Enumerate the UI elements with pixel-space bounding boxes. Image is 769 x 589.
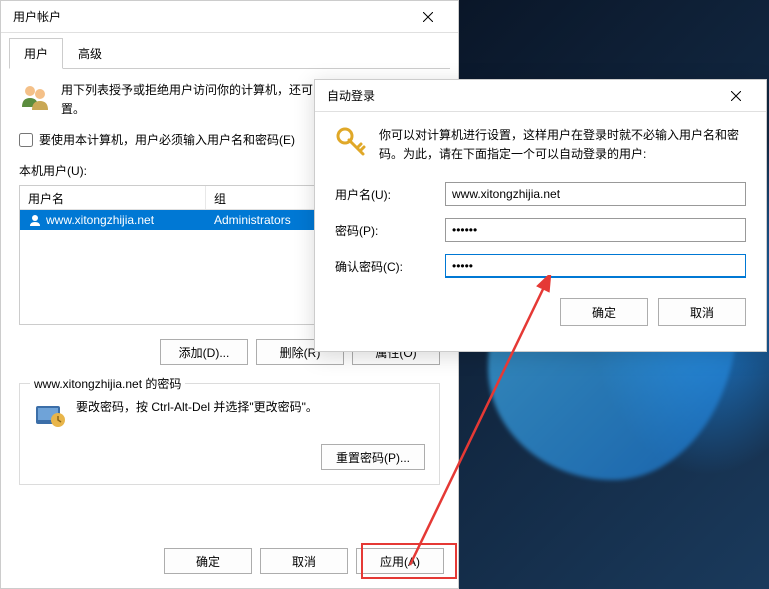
window-title: 用户帐户	[9, 8, 406, 25]
close-button[interactable]	[406, 2, 450, 32]
tab-users[interactable]: 用户	[9, 38, 63, 69]
require-login-label: 要使用本计算机，用户必须输入用户名和密码(E)	[39, 131, 295, 148]
reset-password-button[interactable]: 重置密码(P)...	[321, 444, 425, 470]
key-icon	[335, 126, 367, 158]
dialog-bottom-buttons: 确定 取消 应用(A)	[164, 548, 444, 574]
dialog-ok-button[interactable]: 确定	[560, 298, 648, 326]
close-icon	[423, 12, 433, 22]
password-label: 密码(P):	[335, 222, 445, 239]
header-username[interactable]: 用户名	[20, 186, 206, 209]
add-button[interactable]: 添加(D)...	[160, 339, 248, 365]
username-input[interactable]	[445, 182, 746, 206]
auto-login-dialog: 自动登录 你可以对计算机进行设置，这样用户在登录时就不必输入用户名和密码。为此，…	[314, 79, 767, 352]
tab-bar: 用户 高级	[9, 37, 450, 69]
password-input[interactable]	[445, 218, 746, 242]
titlebar[interactable]: 用户帐户	[1, 1, 458, 33]
apply-button[interactable]: 应用(A)	[356, 548, 444, 574]
username-label: 用户名(U):	[335, 186, 445, 203]
dialog-description: 你可以对计算机进行设置，这样用户在登录时就不必输入用户名和密码。为此，请在下面指…	[379, 126, 746, 164]
reset-password-icon	[34, 398, 66, 430]
confirm-password-input[interactable]	[445, 254, 746, 278]
tab-advanced[interactable]: 高级	[63, 38, 117, 69]
confirm-password-label: 确认密码(C):	[335, 258, 445, 275]
user-icon	[28, 213, 42, 227]
dialog-close-button[interactable]	[714, 81, 758, 111]
dialog-cancel-button[interactable]: 取消	[658, 298, 746, 326]
password-text: 要改密码，按 Ctrl-Alt-Del 并选择"更改密码"。	[76, 398, 318, 417]
ok-button[interactable]: 确定	[164, 548, 252, 574]
close-icon	[731, 91, 741, 101]
require-login-checkbox[interactable]	[19, 133, 33, 147]
dialog-titlebar[interactable]: 自动登录	[315, 80, 766, 112]
password-fieldset: www.xitongzhijia.net 的密码 要改密码，按 Ctrl-Alt…	[19, 383, 440, 485]
dialog-body: 你可以对计算机进行设置，这样用户在登录时就不必输入用户名和密码。为此，请在下面指…	[315, 112, 766, 340]
cancel-button[interactable]: 取消	[260, 548, 348, 574]
fieldset-legend: www.xitongzhijia.net 的密码	[30, 375, 185, 392]
dialog-title: 自动登录	[323, 87, 714, 104]
row-username: www.xitongzhijia.net	[46, 213, 154, 227]
users-icon	[19, 81, 51, 113]
